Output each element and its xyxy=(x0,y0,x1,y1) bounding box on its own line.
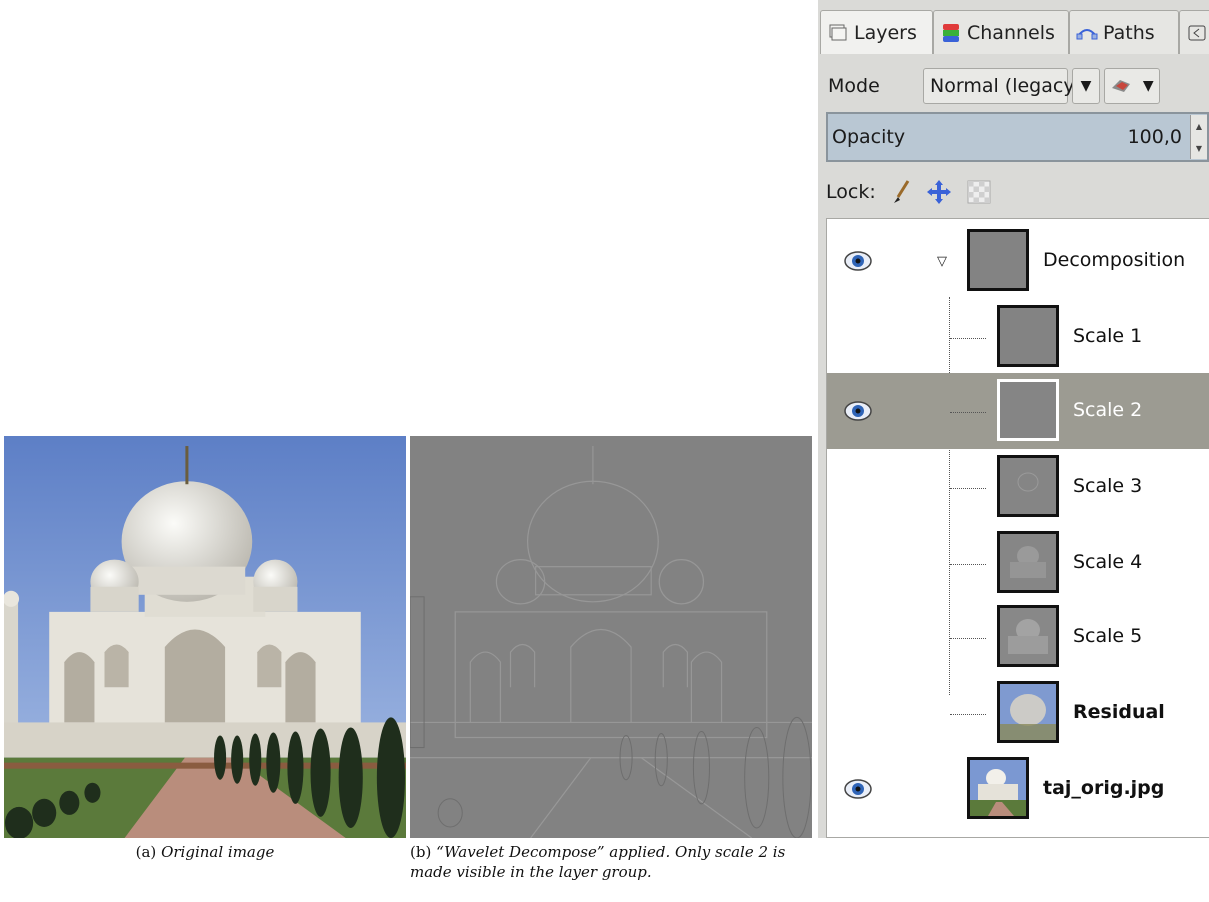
tab-channels[interactable]: Channels xyxy=(933,10,1069,54)
layers-icon xyxy=(829,24,847,40)
lock-alpha-icon[interactable] xyxy=(966,179,992,205)
layer-row-decomposition[interactable]: ▽ Decomposition xyxy=(827,223,1209,299)
paths-icon xyxy=(1076,28,1098,39)
mode-select[interactable]: Normal (legacy) xyxy=(923,68,1082,104)
layer-thumbnail xyxy=(997,605,1059,667)
spin-up-icon: ▲ xyxy=(1195,121,1203,131)
layer-name: Scale 5 xyxy=(1073,625,1143,647)
eye-icon[interactable] xyxy=(843,399,873,423)
expander-icon[interactable]: ▽ xyxy=(937,254,947,269)
tab-layers-label: Layers xyxy=(854,21,917,44)
caption-b-text: “Wavelet Decompose” applied. Only scale … xyxy=(410,843,786,881)
mode-label: Mode xyxy=(828,75,880,97)
layer-thumbnail xyxy=(997,305,1059,367)
layer-name: Scale 1 xyxy=(1073,325,1143,347)
opacity-value: 100,0 xyxy=(1127,126,1182,148)
layer-name: Scale 3 xyxy=(1073,475,1143,497)
caption-b: (b) “Wavelet Decompose” applied. Only sc… xyxy=(410,842,830,882)
layer-thumbnail xyxy=(997,531,1059,593)
tab-channels-label: Channels xyxy=(967,21,1055,44)
eye-icon[interactable] xyxy=(843,777,873,801)
tab-menu-button[interactable] xyxy=(1179,10,1209,54)
chevron-down-icon: ▼ xyxy=(1080,78,1092,94)
tab-paths-label: Paths xyxy=(1103,21,1155,44)
lock-pixels-icon[interactable] xyxy=(890,179,912,205)
opacity-spin-buttons[interactable]: ▲ ▼ xyxy=(1190,115,1207,159)
composite-mode-button[interactable]: ▼ xyxy=(1104,68,1160,104)
lock-label: Lock: xyxy=(826,181,876,203)
eye-icon[interactable] xyxy=(843,249,873,273)
layer-thumbnail xyxy=(967,229,1029,291)
caption-a-label: (a) xyxy=(135,843,157,861)
wavelet-scale-2-image xyxy=(410,436,812,838)
composite-mode-icon xyxy=(1112,80,1131,92)
layer-row-scale-3[interactable]: Scale 3 xyxy=(827,449,1209,525)
layer-row-scale-4[interactable]: Scale 4 xyxy=(827,525,1209,601)
layer-thumbnail xyxy=(967,757,1029,819)
layer-name: Scale 4 xyxy=(1073,551,1143,573)
layer-thumbnail xyxy=(997,379,1059,441)
layers-dock: Layers Channels Paths Mode Normal (legac… xyxy=(818,0,1209,838)
mode-row: Mode Normal (legacy) ▼ ▼ xyxy=(818,64,1209,108)
opacity-spinscale[interactable]: Opacity 100,0 ▲ ▼ xyxy=(826,112,1209,162)
spin-down-icon: ▼ xyxy=(1195,143,1203,153)
original-image xyxy=(4,436,406,838)
caption-a: (a) Original image xyxy=(4,842,406,862)
layer-row-taj-orig[interactable]: taj_orig.jpg xyxy=(827,751,1209,827)
layer-row-residual[interactable]: Residual xyxy=(827,675,1209,751)
chevron-down-icon: ▼ xyxy=(1142,78,1154,94)
layer-name: Scale 2 xyxy=(1073,399,1143,421)
caption-a-text: Original image xyxy=(161,843,275,861)
tab-menu-icon xyxy=(1188,25,1206,40)
layer-name: Residual xyxy=(1073,701,1165,723)
layer-name: taj_orig.jpg xyxy=(1043,777,1165,799)
layer-thumbnail xyxy=(997,455,1059,517)
layer-thumbnail xyxy=(997,681,1059,743)
layer-name: Decomposition xyxy=(1043,249,1186,271)
dock-tabs: Layers Channels Paths xyxy=(818,10,1209,54)
channels-icon xyxy=(943,23,959,42)
lock-row: Lock: xyxy=(826,172,992,212)
lock-position-icon[interactable] xyxy=(926,179,952,205)
opacity-label: Opacity xyxy=(832,126,906,148)
caption-b-label: (b) xyxy=(410,843,432,861)
tab-paths[interactable]: Paths xyxy=(1069,10,1179,54)
layer-row-scale-5[interactable]: Scale 5 xyxy=(827,599,1209,675)
layer-row-scale-2[interactable]: Scale 2 xyxy=(827,373,1209,449)
layer-list[interactable]: ▽ Decomposition Scale 1 Scale 2 Scale 3 … xyxy=(826,218,1209,838)
layer-row-scale-1[interactable]: Scale 1 xyxy=(827,299,1209,375)
mode-value: Normal (legacy) xyxy=(930,75,1082,97)
mode-dropdown-button[interactable]: ▼ xyxy=(1072,68,1100,104)
tab-layers[interactable]: Layers xyxy=(820,10,933,54)
